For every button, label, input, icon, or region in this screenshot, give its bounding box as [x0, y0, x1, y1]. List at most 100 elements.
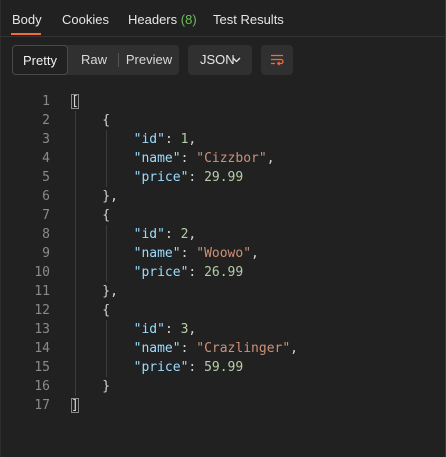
- tab-headers[interactable]: Headers (8): [128, 12, 197, 27]
- response-panel: Body Cookies Headers (8) Test Results Pr…: [0, 0, 446, 457]
- line-number: 17: [34, 398, 50, 413]
- line-number: 6: [42, 189, 50, 204]
- tab-cookies[interactable]: Cookies: [62, 12, 109, 27]
- code-line: 8 "id": 2,: [0, 225, 445, 244]
- line-number: 7: [42, 208, 50, 223]
- line-number: 11: [34, 284, 50, 299]
- line-number: 15: [34, 360, 50, 375]
- json-string-value: "Crazlinger": [196, 341, 291, 356]
- line-number: 10: [34, 265, 50, 280]
- line-number: 16: [34, 379, 50, 394]
- line-number: 9: [42, 246, 50, 261]
- array-close-bracket: ]: [71, 398, 79, 413]
- code-text: "name": "Crazlinger",: [133, 341, 298, 356]
- array-open-bracket: [: [71, 94, 79, 109]
- view-mode-toggle: Pretty Raw Preview: [12, 45, 179, 75]
- code-text: "price": 26.99: [133, 265, 244, 280]
- json-key: "id": [133, 227, 165, 242]
- json-string-value: "Woowo": [196, 246, 252, 261]
- code-line: 10 "price": 26.99: [0, 263, 445, 282]
- code-editor[interactable]: 1[2 {3 "id": 1, 4 "name": "Cizzbor", 5 "pr…: [0, 92, 445, 415]
- json-key: "name": [133, 151, 181, 166]
- wrap-lines-icon: [271, 54, 284, 66]
- wrap-lines-button[interactable]: [261, 45, 293, 75]
- json-key: "id": [133, 132, 165, 147]
- tab-body-label: Body: [12, 12, 42, 27]
- object-open-brace: {: [71, 303, 111, 318]
- raw-button[interactable]: Raw: [71, 45, 117, 75]
- line-number: 5: [42, 170, 50, 185]
- code-line: 17]: [0, 396, 445, 415]
- json-number-value: 59.99: [204, 360, 244, 375]
- object-open-brace: {: [71, 208, 111, 223]
- active-tab-indicator: [11, 33, 41, 35]
- format-dropdown-label: JSON: [200, 52, 235, 67]
- json-key: "price": [133, 170, 189, 185]
- code-line: 13 "id": 3,: [0, 320, 445, 339]
- code-text: },: [71, 282, 118, 301]
- code-line: 6 },: [0, 187, 445, 206]
- code-text: "id": 2,: [133, 227, 197, 242]
- json-key: "id": [133, 322, 165, 337]
- json-number-value: 29.99: [204, 170, 244, 185]
- code-text: },: [71, 187, 118, 206]
- code-line: 5 "price": 29.99: [0, 168, 445, 187]
- code-line: 11 },: [0, 282, 445, 301]
- object-open-brace: {: [71, 113, 111, 128]
- line-number: 2: [42, 113, 50, 128]
- json-key: "price": [133, 360, 189, 375]
- code-text: {: [71, 111, 110, 130]
- indent-guide: [106, 130, 108, 187]
- code-line: 3 "id": 1,: [0, 130, 445, 149]
- indent-guide: [74, 111, 76, 396]
- tab-body[interactable]: Body: [12, 12, 42, 27]
- pretty-button[interactable]: Pretty: [12, 45, 68, 75]
- object-close-brace: },: [71, 284, 118, 299]
- chevron-down-icon: [232, 57, 241, 63]
- line-number: 14: [34, 341, 50, 356]
- code-text: {: [71, 206, 110, 225]
- code-line: 14 "name": "Crazlinger",: [0, 339, 445, 358]
- code-line: 1[: [0, 92, 445, 111]
- code-text: ]: [71, 396, 79, 415]
- code-text: "price": 29.99: [133, 170, 244, 185]
- object-close-brace: },: [71, 189, 118, 204]
- code-line: 15 "price": 59.99: [0, 358, 445, 377]
- line-number: 8: [42, 227, 50, 242]
- code-text: "name": "Woowo",: [133, 246, 259, 261]
- tab-headers-label: Headers: [128, 12, 178, 27]
- code-text: [: [71, 92, 79, 111]
- code-text: "price": 59.99: [133, 360, 244, 375]
- headers-count-badge: (8): [180, 12, 197, 27]
- code-line: 16 }: [0, 377, 445, 396]
- code-line: 12 {: [0, 301, 445, 320]
- line-number: 1: [42, 94, 50, 109]
- tab-test-results[interactable]: Test Results: [213, 12, 284, 27]
- code-text: "id": 1,: [133, 132, 197, 147]
- tab-test-results-label: Test Results: [213, 12, 284, 27]
- json-number-value: 26.99: [204, 265, 244, 280]
- json-key: "name": [133, 246, 181, 261]
- code-text: "id": 3,: [133, 322, 197, 337]
- line-number: 4: [42, 151, 50, 166]
- json-key: "price": [133, 265, 189, 280]
- code-line: 4 "name": "Cizzbor",: [0, 149, 445, 168]
- format-dropdown[interactable]: JSON: [188, 45, 252, 75]
- code-text: "name": "Cizzbor",: [133, 151, 275, 166]
- view-mode-divider: [118, 53, 119, 67]
- line-number: 3: [42, 132, 50, 147]
- line-number: 12: [34, 303, 50, 318]
- code-text: {: [71, 301, 110, 320]
- preview-button[interactable]: Preview: [120, 45, 178, 75]
- indent-guide: [106, 320, 108, 377]
- line-number: 13: [34, 322, 50, 337]
- json-string-value: "Cizzbor": [196, 151, 267, 166]
- object-close-brace: }: [71, 379, 111, 394]
- code-text: }: [71, 377, 110, 396]
- response-tabs: Body Cookies Headers (8) Test Results: [0, 0, 445, 37]
- code-line: 2 {: [0, 111, 445, 130]
- json-key: "name": [133, 341, 181, 356]
- indent-guide: [106, 225, 108, 282]
- code-line: 7 {: [0, 206, 445, 225]
- code-line: 9 "name": "Woowo",: [0, 244, 445, 263]
